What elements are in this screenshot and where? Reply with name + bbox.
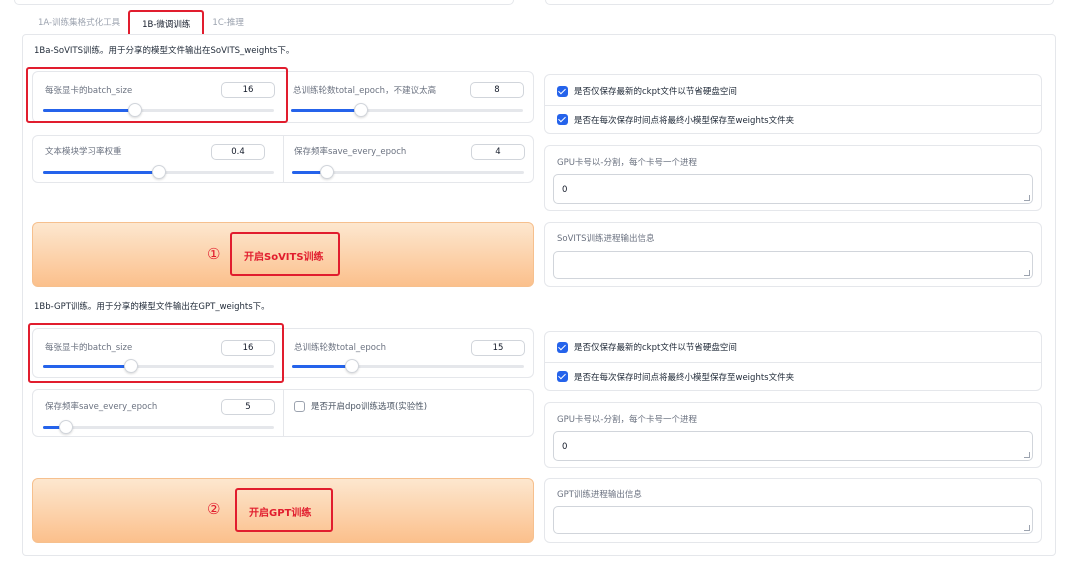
sovits-text-lr-control: 文本模块学习率权重 0.4 xyxy=(33,136,283,182)
gpt-checkbox-group: 是否仅保存最新的ckpt文件以节省硬盘空间 是否在每次保存时间点将最终小模型保存… xyxy=(544,331,1042,391)
gpt-batch-size-slider[interactable] xyxy=(43,359,274,373)
gpt-dpo-checkbox[interactable] xyxy=(294,400,305,412)
sovits-batch-size-thumb[interactable] xyxy=(128,103,143,117)
gpt-batch-size-control: 每张显卡的batch_size 16 xyxy=(33,329,283,377)
resize-handle-icon[interactable] xyxy=(1024,270,1030,276)
sovits-save-every-thumb[interactable] xyxy=(319,165,334,179)
tab-dataset-format[interactable]: 1A-训练集格式化工具 xyxy=(30,12,128,36)
gpt-batch-size-label: 每张显卡的batch_size xyxy=(45,343,133,353)
sovits-save-every-control: 保存频率save_every_epoch 4 xyxy=(283,136,535,182)
gpt-output-textbox[interactable] xyxy=(553,506,1033,534)
sovits-gpu-value: 0 xyxy=(562,185,568,195)
gpt-save-every-input[interactable]: 5 xyxy=(221,399,275,415)
sovits-text-lr-label: 文本模块学习率权重 xyxy=(45,147,122,157)
sovits-batch-size-control: 每张显卡的batch_size 16 xyxy=(33,72,283,122)
gpt-output-label: GPT训练进程输出信息 xyxy=(557,490,642,500)
sovits-save-latest-option[interactable]: 是否仅保存最新的ckpt文件以节省硬盘空间 xyxy=(545,77,1041,105)
sovits-save-every-slider[interactable] xyxy=(292,165,524,179)
sovits-total-epoch-input[interactable]: 8 xyxy=(470,82,524,98)
gpt-save-every-control: 保存频率save_every_epoch 5 xyxy=(33,390,283,436)
sovits-batch-size-fill xyxy=(43,109,136,112)
sovits-gpu-field: GPU卡号以-分割，每个卡号一个进程 0 xyxy=(544,145,1042,211)
tab-inference[interactable]: 1C-推理 xyxy=(204,12,251,36)
sovits-checkbox-group: 是否仅保存最新的ckpt文件以节省硬盘空间 是否在每次保存时间点将最终小模型保存… xyxy=(544,74,1042,134)
sovits-text-lr-slider[interactable] xyxy=(43,165,274,179)
gpt-save-weights-option[interactable]: 是否在每次保存时间点将最终小模型保存至weights文件夹 xyxy=(545,362,1041,390)
step-marker-2: ② xyxy=(207,500,221,518)
gpt-section-title: 1Bb-GPT训练。用于分享的模型文件输出在GPT_weights下。 xyxy=(34,302,270,312)
sovits-gpu-label: GPU卡号以-分割，每个卡号一个进程 xyxy=(557,158,698,168)
sovits-total-epoch-thumb[interactable] xyxy=(353,103,368,117)
gpt-total-epoch-fill xyxy=(292,365,353,368)
gpt-save-weights-checkbox[interactable] xyxy=(557,371,568,382)
sovits-save-weights-label: 是否在每次保存时间点将最终小模型保存至weights文件夹 xyxy=(574,115,795,126)
gpt-save-weights-label: 是否在每次保存时间点将最终小模型保存至weights文件夹 xyxy=(574,372,795,383)
sovits-save-latest-label: 是否仅保存最新的ckpt文件以节省硬盘空间 xyxy=(574,87,737,97)
tab-bar: 1A-训练集格式化工具 1B-微调训练 1C-推理 xyxy=(30,10,252,38)
gpt-save-every-label: 保存频率save_every_epoch xyxy=(45,402,158,412)
sovits-text-lr-thumb[interactable] xyxy=(151,165,166,179)
resize-handle-icon[interactable] xyxy=(1024,525,1030,531)
sovits-batch-size-input[interactable]: 16 xyxy=(221,82,275,98)
resize-handle-icon[interactable] xyxy=(1024,452,1030,458)
gpt-save-every-slider[interactable] xyxy=(43,420,274,434)
gpt-output-field: GPT训练进程输出信息 xyxy=(544,478,1042,543)
sovits-save-weights-option[interactable]: 是否在每次保存时间点将最终小模型保存至weights文件夹 xyxy=(545,105,1041,133)
gpt-total-epoch-label: 总训练轮数total_epoch xyxy=(294,343,387,353)
gpt-save-latest-label: 是否仅保存最新的ckpt文件以节省硬盘空间 xyxy=(574,343,737,353)
sovits-total-epoch-slider[interactable] xyxy=(291,103,523,117)
previous-panel-edge-left xyxy=(14,0,514,5)
gpt-save-latest-option[interactable]: 是否仅保存最新的ckpt文件以节省硬盘空间 xyxy=(545,333,1041,361)
sovits-save-every-label: 保存频率save_every_epoch xyxy=(294,147,407,157)
gpt-dpo-control: 是否开启dpo训练选项(实验性) xyxy=(283,390,535,436)
sovits-text-lr-input[interactable]: 0.4 xyxy=(211,144,265,160)
sovits-batch-size-label: 每张显卡的batch_size xyxy=(45,86,133,96)
gpt-params-row1: 每张显卡的batch_size 16 总训练轮数total_epoch 15 xyxy=(32,328,534,378)
sovits-save-every-input[interactable]: 4 xyxy=(471,144,525,160)
gpt-batch-size-fill xyxy=(43,365,131,368)
gpt-save-latest-checkbox[interactable] xyxy=(557,341,568,353)
sovits-total-epoch-label: 总训练轮数total_epoch，不建议太高 xyxy=(293,86,437,96)
gpt-batch-size-input[interactable]: 16 xyxy=(221,340,275,356)
sovits-gpu-input[interactable]: 0 xyxy=(553,174,1033,204)
sovits-total-epoch-control: 总训练轮数total_epoch，不建议太高 8 xyxy=(283,72,535,122)
gpt-total-epoch-thumb[interactable] xyxy=(345,359,360,373)
sovits-section-title: 1Ba-SoVITS训练。用于分享的模型文件输出在SoVITS_weights下… xyxy=(34,46,295,56)
gpt-gpu-field: GPU卡号以-分割，每个卡号一个进程 0 xyxy=(544,402,1042,468)
gpt-gpu-value: 0 xyxy=(562,442,568,452)
gpt-gpu-input[interactable]: 0 xyxy=(553,431,1033,461)
gpt-params-row2: 保存频率save_every_epoch 5 是否开启dpo训练选项(实验性) xyxy=(32,389,534,437)
gpt-total-epoch-input[interactable]: 15 xyxy=(471,340,525,356)
start-sovits-training-button[interactable]: ① 开启SoVITS训练 xyxy=(32,222,534,287)
gpt-total-epoch-control: 总训练轮数total_epoch 15 xyxy=(283,329,535,377)
sovits-batch-size-slider[interactable] xyxy=(43,103,274,117)
gpt-gpu-label: GPU卡号以-分割，每个卡号一个进程 xyxy=(557,415,698,425)
previous-section-edge xyxy=(0,0,1080,6)
step-marker-1: ① xyxy=(207,245,221,263)
sovits-params-row1: 每张显卡的batch_size 16 总训练轮数total_epoch，不建议太… xyxy=(32,71,534,123)
sovits-output-textbox[interactable] xyxy=(553,251,1033,279)
start-gpt-training-label: 开启GPT训练 xyxy=(249,508,312,519)
gpt-total-epoch-slider[interactable] xyxy=(292,359,524,373)
sovits-text-lr-fill xyxy=(43,171,159,174)
gpt-dpo-option[interactable]: 是否开启dpo训练选项(实验性) xyxy=(284,392,535,420)
resize-handle-icon[interactable] xyxy=(1024,195,1030,201)
gpt-save-every-thumb[interactable] xyxy=(59,420,74,434)
sovits-save-weights-checkbox[interactable] xyxy=(557,114,568,125)
start-gpt-training-button[interactable]: ② 开启GPT训练 xyxy=(32,478,534,543)
gpt-dpo-label: 是否开启dpo训练选项(实验性) xyxy=(311,402,428,412)
sovits-params-row2: 文本模块学习率权重 0.4 保存频率save_every_epoch 4 xyxy=(32,135,534,183)
start-sovits-training-label: 开启SoVITS训练 xyxy=(244,252,324,263)
previous-panel-edge-right xyxy=(545,0,1054,5)
gpt-batch-size-thumb[interactable] xyxy=(123,359,138,373)
sovits-output-field: SoVITS训练进程输出信息 xyxy=(544,222,1042,287)
sovits-total-epoch-fill xyxy=(291,109,361,112)
sovits-save-latest-checkbox[interactable] xyxy=(557,85,568,97)
sovits-output-label: SoVITS训练进程输出信息 xyxy=(557,234,655,244)
